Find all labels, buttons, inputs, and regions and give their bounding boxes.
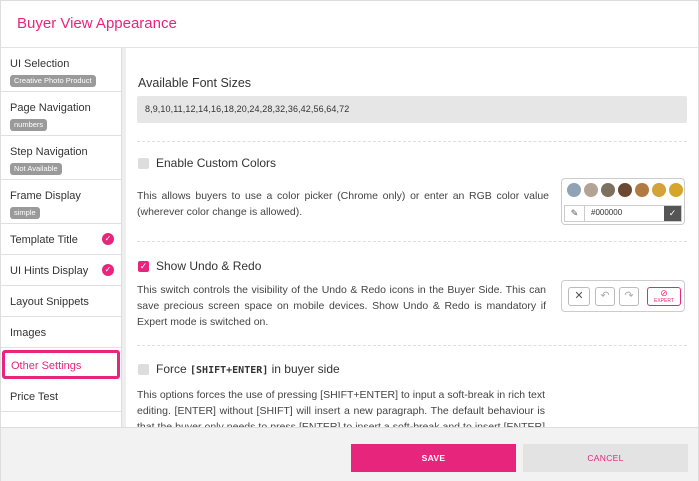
shift-enter-description: This options forces the use of pressing …	[137, 389, 545, 427]
shift-enter-label-code: [SHIFT+ENTER]	[190, 365, 269, 376]
divider	[137, 241, 687, 242]
color-swatch[interactable]	[584, 183, 598, 197]
color-swatch[interactable]	[669, 183, 683, 197]
shift-enter-label-prefix: Force	[156, 362, 191, 376]
sidebar-item-label: UI Hints Display	[10, 265, 89, 277]
shift-enter-label: Force [SHIFT+ENTER] in buyer side	[156, 362, 340, 376]
divider	[137, 141, 687, 142]
sidebar-item-label: Images	[10, 327, 47, 339]
color-swatch[interactable]	[601, 183, 615, 197]
sidebar-item-label: Price Test	[10, 391, 59, 403]
buyer-view-appearance-dialog: Buyer View Appearance UI Selection Creat…	[0, 0, 699, 481]
undo-redo-label: Show Undo & Redo	[156, 259, 262, 273]
color-swatch[interactable]	[618, 183, 632, 197]
settings-content: Available Font Sizes 8,9,10,11,12,14,16,…	[126, 48, 698, 427]
sidebar-item-price-test[interactable]: Price Test	[1, 381, 121, 412]
sidebar-item-label: Step Navigation	[10, 146, 88, 158]
sidebar-item-step-navigation[interactable]: Step Navigation Not Available	[1, 136, 121, 180]
sidebar-item-ui-hints-display[interactable]: UI Hints Display ✓	[1, 255, 121, 286]
color-swatch[interactable]	[567, 183, 581, 197]
divider	[137, 345, 687, 346]
save-button[interactable]: SAVE	[351, 444, 516, 472]
dialog-header: Buyer View Appearance	[1, 1, 698, 48]
undo-redo-checkbox[interactable]: ✓	[138, 261, 149, 272]
status-badge: Creative Photo Product	[10, 75, 96, 87]
dialog-title: Buyer View Appearance	[17, 15, 177, 32]
expert-mode-button[interactable]: ⊘ EXPERT	[647, 287, 681, 306]
sidebar-item-label: Layout Snippets	[10, 296, 89, 308]
shift-enter-label-suffix: in buyer side	[268, 362, 340, 376]
cancel-button[interactable]: CANCEL	[523, 444, 688, 472]
sidebar-item-layout-snippets[interactable]: Layout Snippets	[1, 286, 121, 317]
sidebar-item-frame-display[interactable]: Frame Display simple	[1, 180, 121, 224]
sidebar-item-page-navigation[interactable]: Page Navigation numbers	[1, 92, 121, 136]
settings-sidebar: UI Selection Creative Photo Product Page…	[1, 48, 122, 427]
close-icon[interactable]: ✕	[568, 287, 590, 306]
sidebar-item-ui-selection[interactable]: UI Selection Creative Photo Product	[1, 48, 121, 92]
color-picker-preview: ✎ #000000 ✓	[561, 178, 685, 225]
custom-colors-label: Enable Custom Colors	[156, 156, 277, 170]
check-icon: ✓	[102, 264, 114, 276]
sidebar-item-other-settings[interactable]: Other Settings	[2, 350, 120, 379]
eyedropper-icon[interactable]: ✎	[565, 206, 585, 221]
sidebar-item-template-title[interactable]: Template Title ✓	[1, 224, 121, 255]
color-swatch[interactable]	[652, 183, 666, 197]
font-sizes-value: 8,9,10,11,12,14,16,18,20,24,28,32,36,42,…	[145, 104, 350, 114]
undo-redo-description: This switch controls the visibility of t…	[137, 284, 546, 328]
confirm-color-button[interactable]: ✓	[664, 206, 681, 221]
redo-icon[interactable]: ↷	[619, 287, 639, 306]
undo-redo-preview: ✕ ↶ ↷ ⊘ EXPERT	[561, 280, 685, 312]
sidebar-item-label: UI Selection	[10, 58, 70, 70]
sidebar-item-images[interactable]: Images	[1, 317, 121, 348]
sidebar-item-label: Template Title	[10, 234, 78, 246]
color-swatch[interactable]	[635, 183, 649, 197]
custom-colors-description: This allows buyers to use a color picker…	[137, 190, 549, 218]
check-icon: ✓	[102, 233, 114, 245]
expert-label: EXPERT	[654, 298, 674, 304]
shift-enter-checkbox[interactable]	[138, 364, 149, 375]
status-badge: numbers	[10, 119, 48, 131]
custom-colors-checkbox[interactable]	[138, 158, 149, 169]
dialog-footer: SAVE CANCEL	[1, 427, 698, 481]
sidebar-item-label: Other Settings	[11, 360, 82, 372]
undo-icon[interactable]: ↶	[595, 287, 615, 306]
color-input[interactable]: ✎ #000000 ✓	[564, 205, 682, 222]
status-badge: Not Available	[10, 163, 62, 175]
color-input-value: #000000	[591, 208, 623, 217]
font-sizes-field[interactable]: 8,9,10,11,12,14,16,18,20,24,28,32,36,42,…	[137, 96, 687, 123]
sidebar-item-label: Page Navigation	[10, 102, 91, 114]
status-badge: simple	[10, 207, 40, 219]
section-title: Available Font Sizes	[138, 76, 252, 90]
sidebar-item-label: Frame Display	[10, 190, 81, 202]
expert-icon: ⊘	[660, 288, 668, 298]
